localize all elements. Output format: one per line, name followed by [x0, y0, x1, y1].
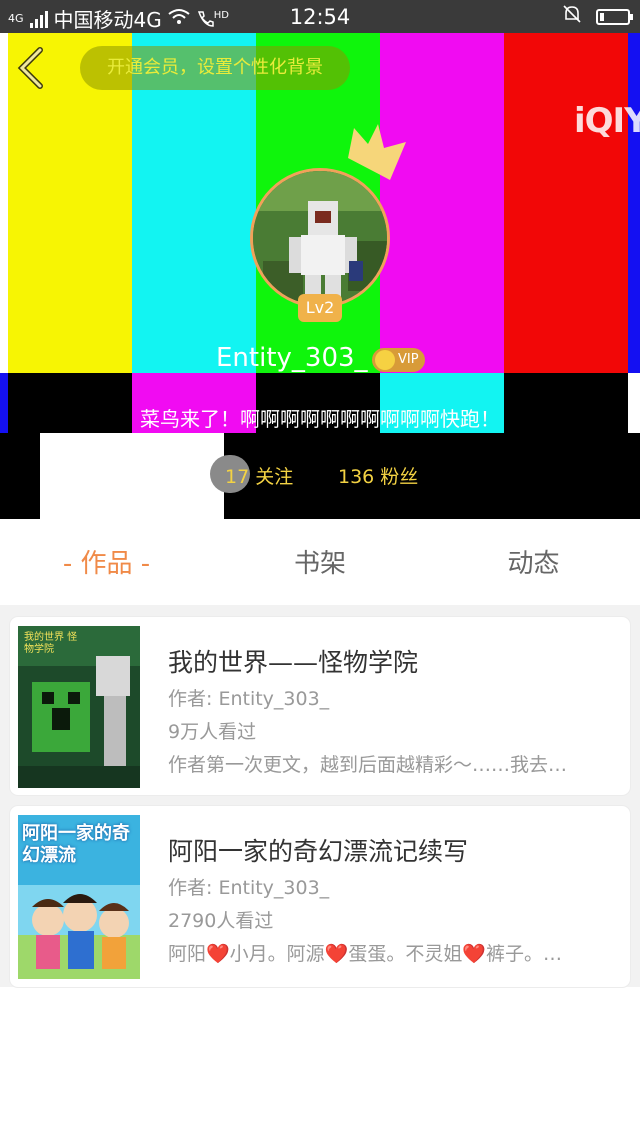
iqiyi-watermark: iQIYI — [574, 101, 640, 141]
tab-activity[interactable]: 动态 — [427, 519, 640, 605]
battery-icon — [596, 8, 633, 25]
cover-title-text: 我的世界 怪物学院 — [24, 632, 78, 655]
work-author: 作者: Entity_303_ — [168, 877, 330, 899]
work-card[interactable]: 阿阳一家的奇幻漂流 阿阳一家的奇幻漂流记续写 作者: Entity_303_ 2… — [10, 806, 630, 987]
work-description: 作者第一次更文，越到后面越精彩～……我去… — [168, 754, 568, 776]
fans-count[interactable]: 136 粉丝 — [338, 462, 418, 489]
work-cover: 阿阳一家的奇幻漂流 — [18, 815, 140, 979]
work-author: 作者: Entity_303_ — [168, 688, 330, 710]
work-cover: 我的世界 怪物学院 — [18, 626, 140, 788]
username: Entity_303_ — [216, 343, 368, 373]
following-count[interactable]: 17 关注 — [225, 462, 293, 489]
cover-title-text: 阿阳一家的奇幻漂流 — [22, 823, 130, 866]
work-title: 我的世界——怪物学院 — [168, 648, 419, 677]
work-description: 阿阳❤️小月。阿源❤️蛋蛋。不灵姐❤️裤子。… — [168, 943, 562, 965]
profile-tabs: - 作品 - 书架 动态 — [0, 519, 640, 605]
work-card[interactable]: 我的世界 怪物学院 我的世界——怪物学院 作者: Entity_303_ 9万人… — [10, 617, 630, 795]
vip-background-button[interactable]: 开通会员，设置个性化背景 — [80, 46, 350, 90]
status-bar: 4G 中国移动4G HD 12:54 — [0, 0, 640, 33]
work-title: 阿阳一家的奇幻漂流记续写 — [168, 837, 469, 866]
level-badge: Lv2 — [298, 294, 342, 322]
back-button[interactable] — [16, 46, 56, 90]
bell-muted-icon — [562, 4, 582, 29]
user-signature: 菜鸟来了！啊啊啊啊啊啊啊啊啊啊快跑！ — [140, 407, 500, 431]
vip-badge: VIP — [372, 348, 425, 372]
vip-crown-icon — [375, 350, 395, 370]
work-views: 2790人看过 — [168, 910, 274, 932]
work-views: 9万人看过 — [168, 721, 257, 743]
tab-bookshelf[interactable]: 书架 — [213, 519, 427, 605]
section-divider — [0, 605, 640, 617]
vip-badge-label: VIP — [398, 352, 419, 367]
tab-works[interactable]: - 作品 - — [0, 519, 213, 605]
clock: 12:54 — [289, 5, 351, 29]
avatar[interactable] — [250, 168, 390, 308]
